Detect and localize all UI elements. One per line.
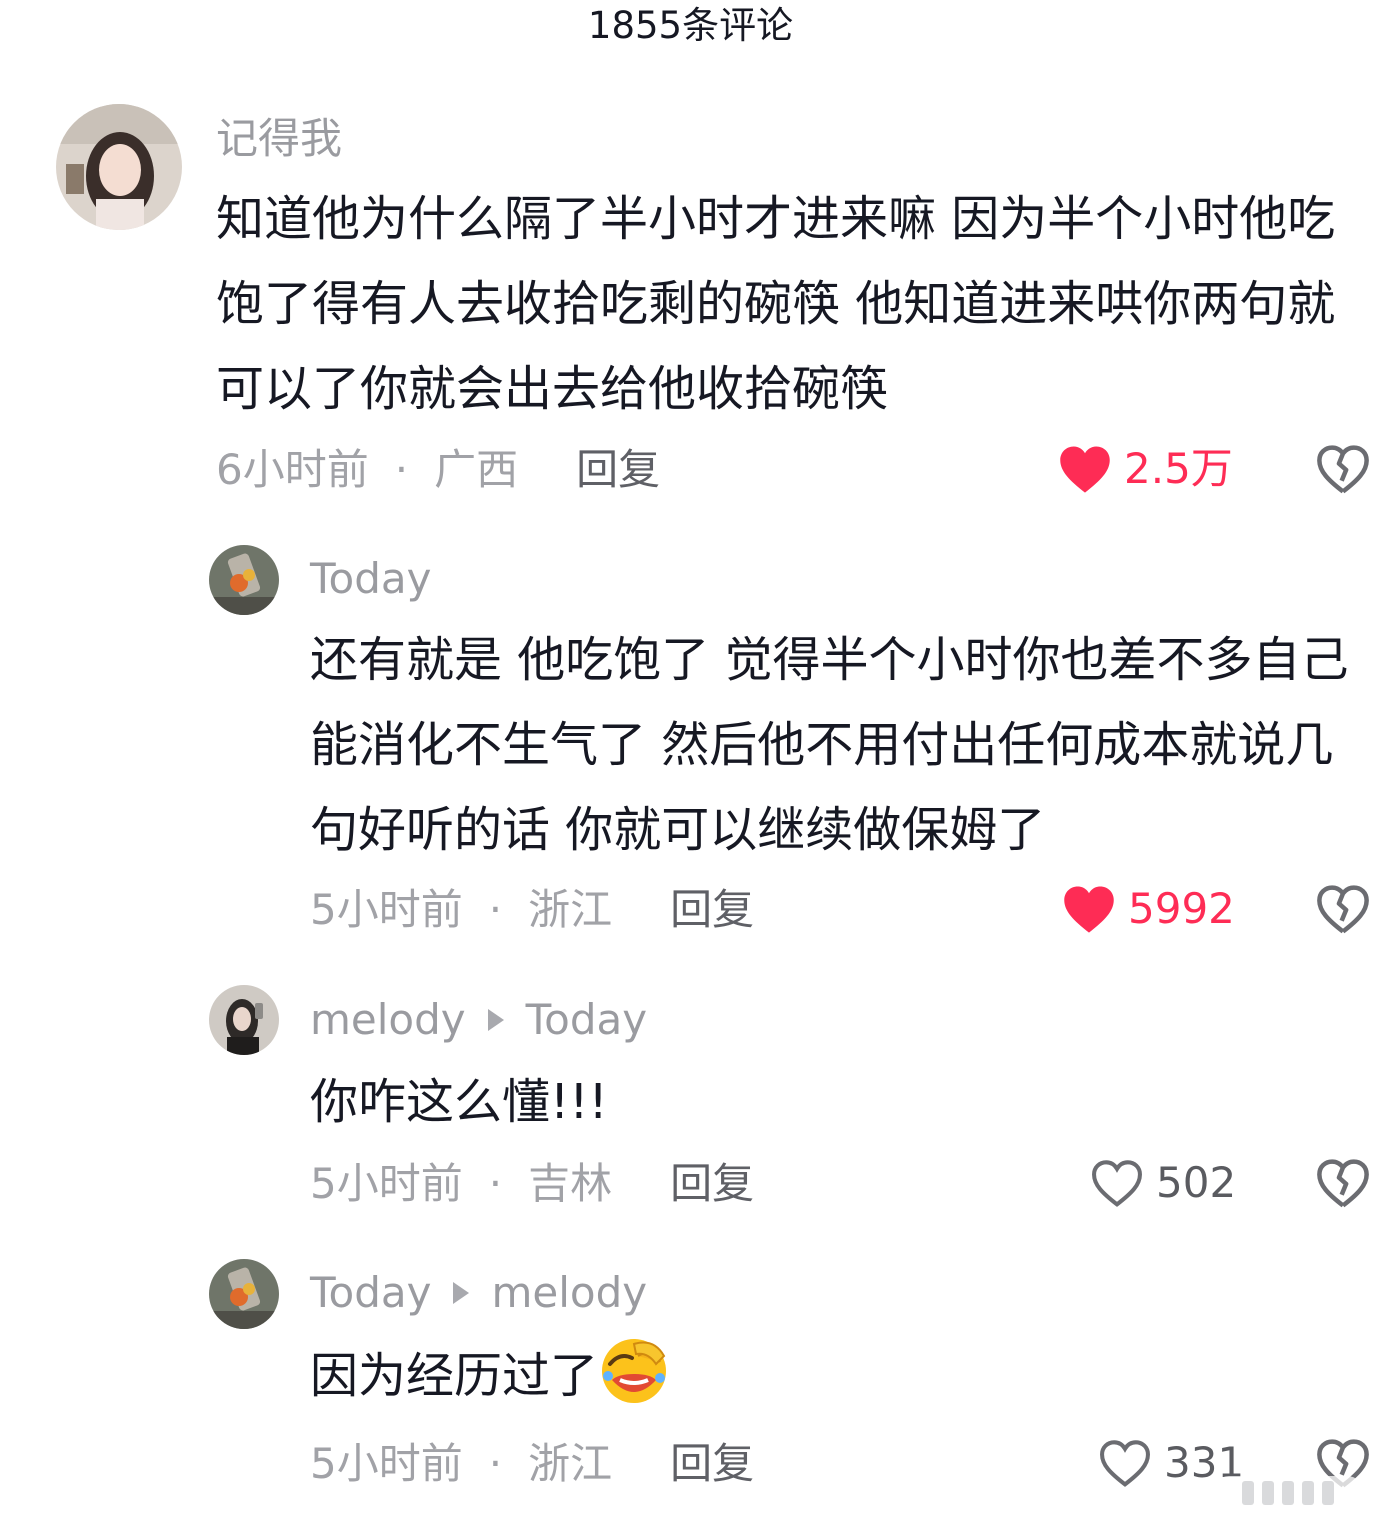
like-button[interactable]: 502 xyxy=(1090,1158,1236,1208)
comment-location: 浙江 xyxy=(528,885,613,934)
comment-time: 5小时前 xyxy=(310,885,463,934)
watermark-badge xyxy=(1212,1476,1364,1510)
like-count: 5992 xyxy=(1128,884,1235,933)
comment-text: 你咋这么懂!!! xyxy=(310,1074,608,1130)
avatar[interactable] xyxy=(209,985,279,1055)
comment-text: 还有就是 他吃饱了 觉得半个小时你也差不多自己能消化不生气了 然后他不用付出任何… xyxy=(310,632,1349,858)
comment-text: 因为经历过了 xyxy=(310,1334,1378,1419)
reply-target[interactable]: Today xyxy=(526,995,647,1044)
reply-button[interactable]: 回复 xyxy=(670,1159,754,1208)
like-count: 2.5万 xyxy=(1124,444,1233,493)
heart-icon xyxy=(1092,1160,1142,1207)
reply-button[interactable]: 回复 xyxy=(670,885,754,934)
face-with-hand-over-mouth-laughing-emoji xyxy=(602,1339,667,1403)
comment-meta: 5小时前 · 吉林 回复 xyxy=(310,1163,754,1205)
like-count: 502 xyxy=(1156,1158,1237,1207)
reply-target[interactable]: melody xyxy=(491,1268,647,1317)
comment-text: 知道他为什么隔了半小时才进来嘛 因为半个小时他吃饱了得有人去收拾吃剩的碗筷 他知… xyxy=(216,191,1336,417)
broken-heart-icon xyxy=(1317,885,1369,934)
separator-dot: · xyxy=(488,1439,503,1488)
dislike-button[interactable] xyxy=(1316,884,1370,934)
comment-meta: 5小时前 · 浙江 回复 xyxy=(310,889,754,931)
comment-meta: 6小时前 · 广西 回复 xyxy=(216,449,660,491)
reply-button[interactable]: 回复 xyxy=(576,445,660,494)
reply-button[interactable]: 回复 xyxy=(670,1439,754,1488)
separator-dot: · xyxy=(488,885,503,934)
comment-location: 广西 xyxy=(434,445,519,494)
comment-time: 5小时前 xyxy=(310,1439,463,1488)
comment-time: 6小时前 xyxy=(216,445,369,494)
separator-dot: · xyxy=(394,445,409,494)
heart-icon xyxy=(1064,886,1114,933)
like-button[interactable]: 2.5万 xyxy=(1058,444,1233,494)
avatar[interactable] xyxy=(209,545,279,615)
reply-to-arrow-icon xyxy=(453,1281,470,1304)
comment-location: 浙江 xyxy=(528,1439,613,1488)
avatar[interactable] xyxy=(209,1259,279,1329)
broken-heart-icon xyxy=(1317,445,1369,494)
broken-heart-icon xyxy=(1317,1159,1369,1208)
dislike-button[interactable] xyxy=(1316,444,1370,494)
heart-icon xyxy=(1100,1440,1150,1487)
comment-text-body: 因为经历过了 xyxy=(310,1348,599,1404)
comment-time: 5小时前 xyxy=(310,1159,463,1208)
avatar[interactable] xyxy=(56,104,182,230)
separator-dot: · xyxy=(488,1159,503,1208)
heart-icon xyxy=(1060,446,1110,493)
comment-username[interactable]: Today xyxy=(310,558,431,600)
comment-username[interactable]: melody Today xyxy=(310,999,647,1041)
like-button[interactable]: 5992 xyxy=(1062,884,1235,934)
comment-username[interactable]: Today melody xyxy=(310,1272,647,1314)
comment-meta: 5小时前 · 浙江 回复 xyxy=(310,1443,754,1485)
comment-location: 吉林 xyxy=(528,1159,613,1208)
comment-username[interactable]: 记得我 xyxy=(216,118,342,160)
reply-author[interactable]: Today xyxy=(310,1268,431,1317)
comment-count-title: 1855条评论 xyxy=(587,4,794,47)
reply-to-arrow-icon xyxy=(487,1008,504,1031)
dislike-button[interactable] xyxy=(1316,1158,1370,1208)
reply-author[interactable]: melody xyxy=(310,995,466,1044)
